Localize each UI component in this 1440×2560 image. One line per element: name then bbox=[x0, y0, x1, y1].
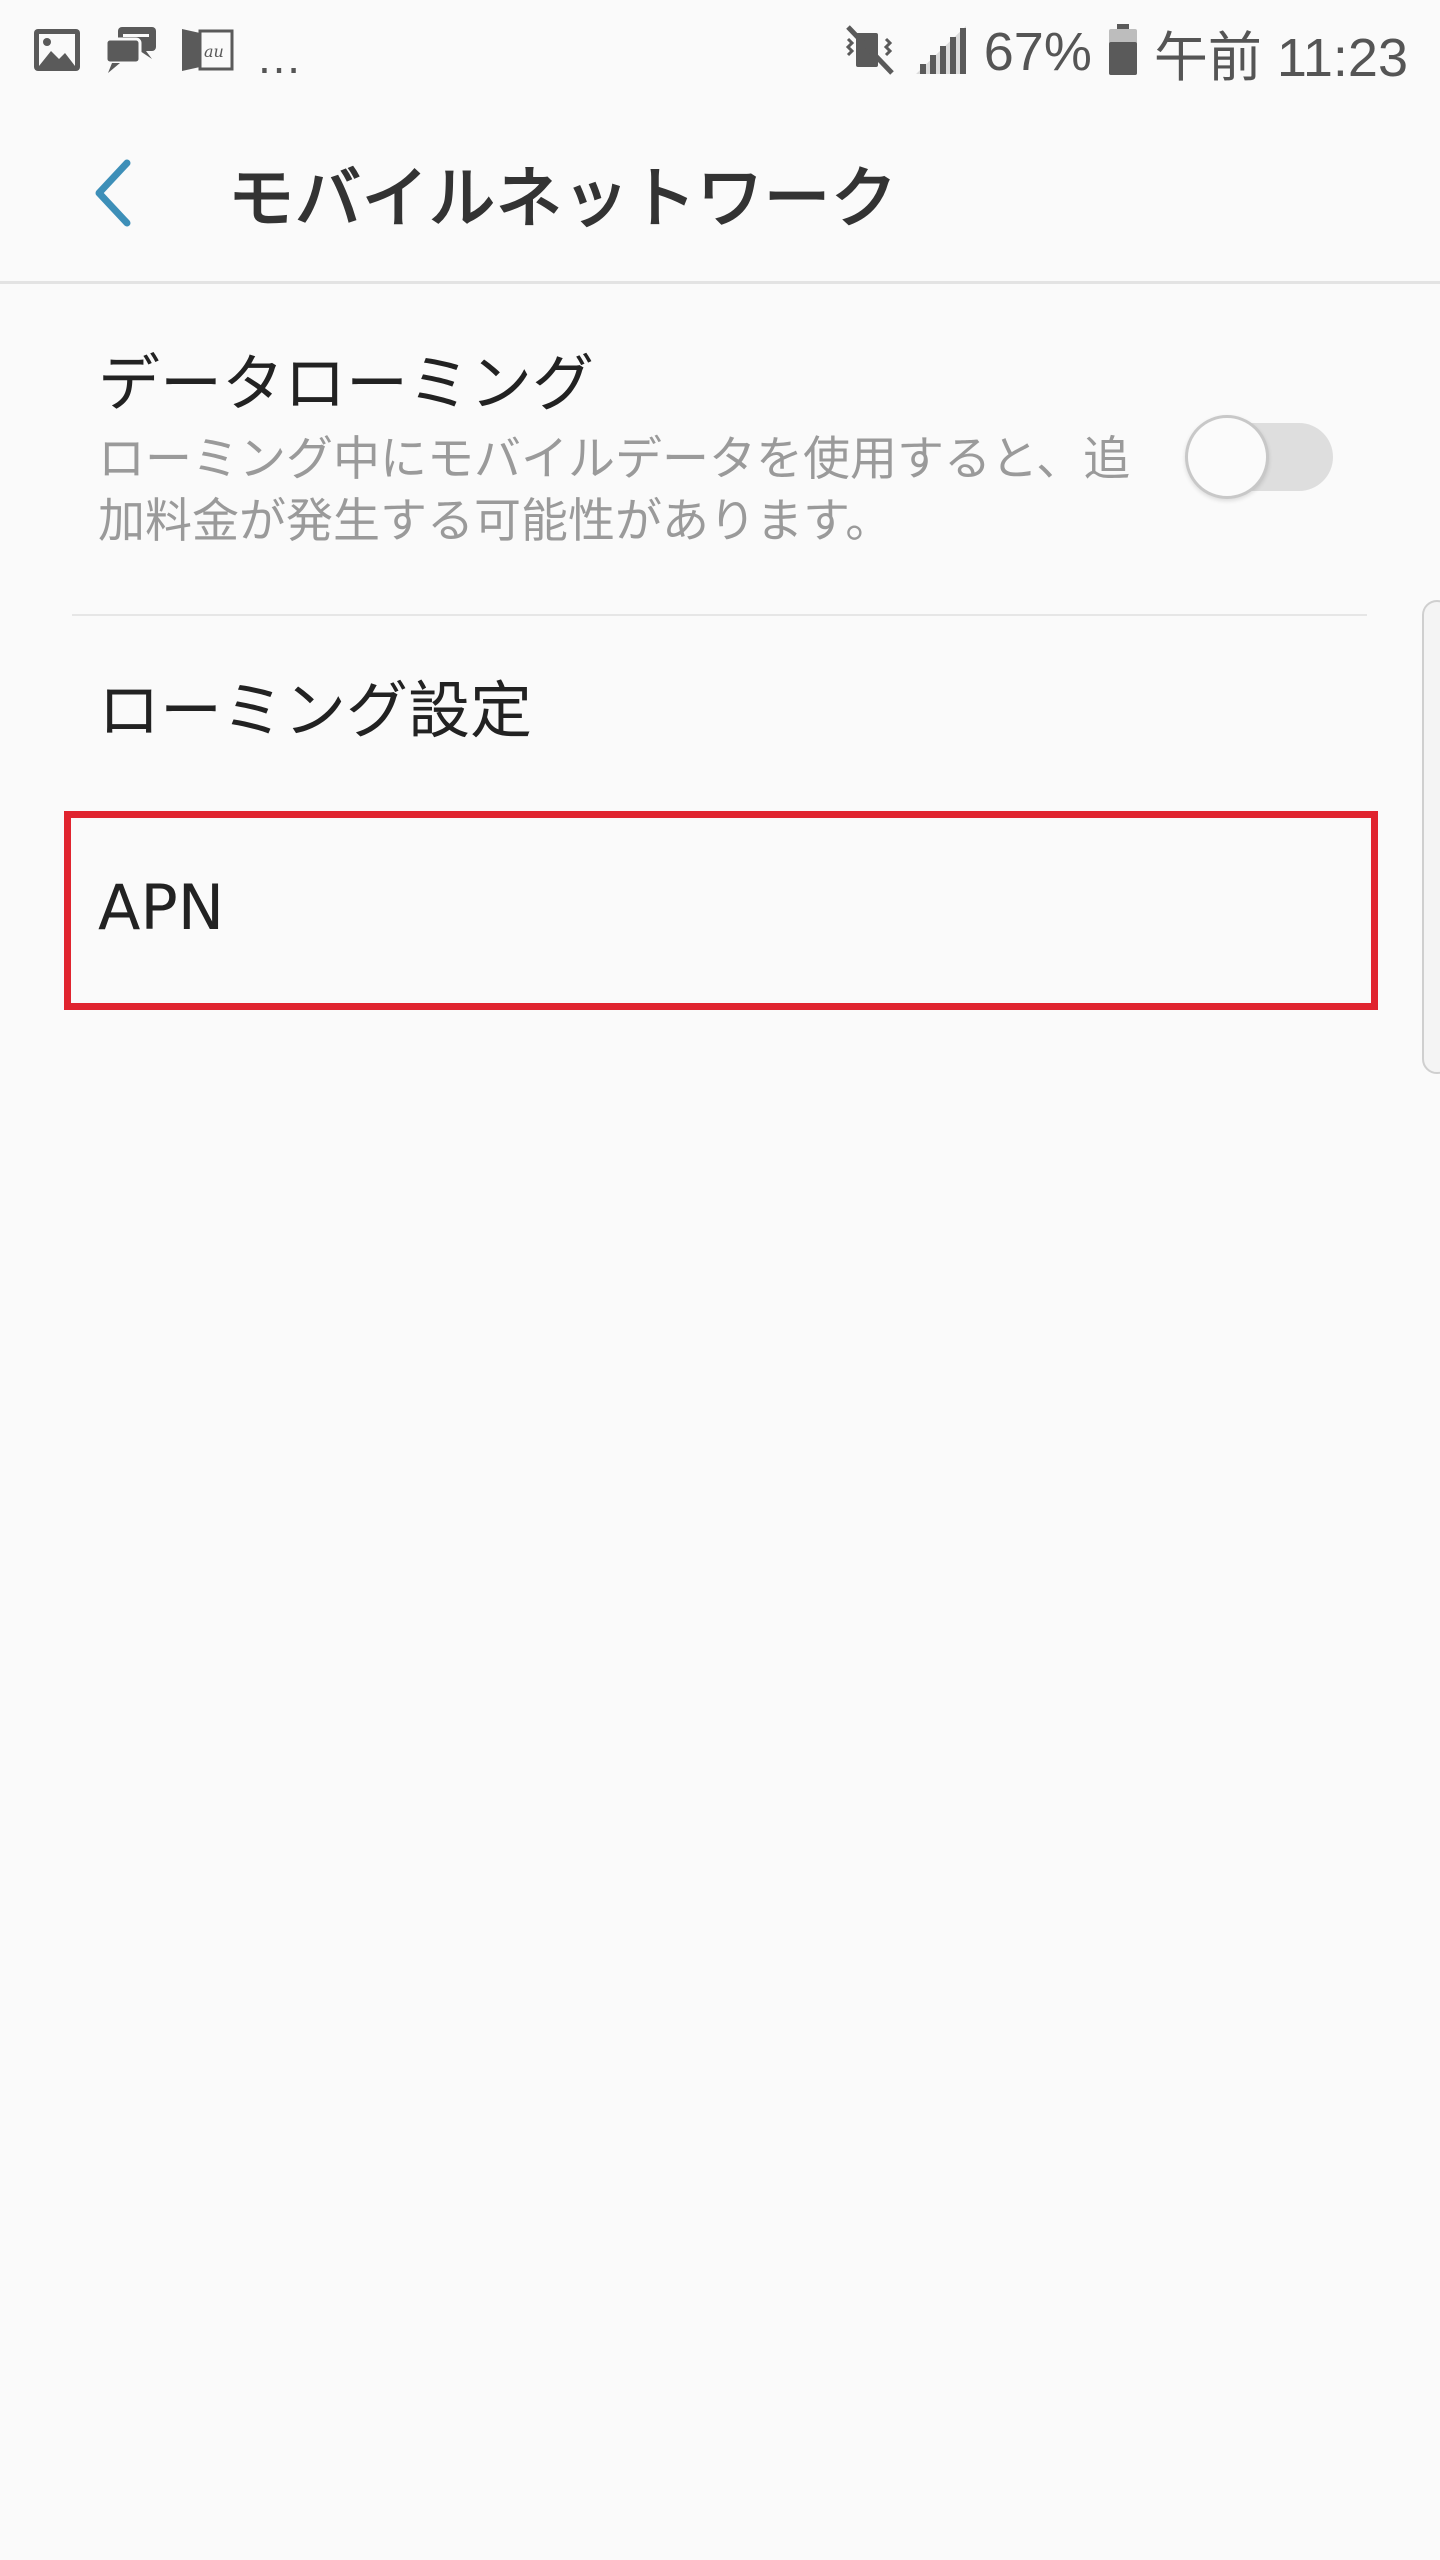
status-bar: au … 67% 午前 11:23 bbox=[0, 0, 1440, 104]
battery-icon bbox=[1108, 24, 1138, 80]
back-button[interactable] bbox=[58, 138, 168, 248]
data-roaming-toggle[interactable] bbox=[1185, 411, 1333, 499]
system-status-area: 67% 午前 11:23 bbox=[826, 13, 1408, 92]
svg-text:au: au bbox=[204, 42, 224, 61]
signal-strength-icon bbox=[914, 24, 968, 80]
vibrate-mute-icon bbox=[842, 23, 898, 81]
clock: 午前 11:23 bbox=[1153, 27, 1408, 88]
battery-percentage: 67% bbox=[983, 22, 1092, 82]
toggle-knob bbox=[1185, 415, 1269, 499]
sms-icon bbox=[104, 25, 158, 79]
au-app-icon: au bbox=[180, 25, 234, 79]
notification-area: au … bbox=[32, 20, 324, 84]
app-bar: モバイルネットワーク bbox=[0, 104, 1440, 284]
roaming-settings-title: ローミング設定 bbox=[98, 674, 533, 748]
data-roaming-row[interactable]: データローミング ローミング中にモバイルデータを使用すると、追加料金が発生する可… bbox=[0, 287, 1440, 614]
gallery-icon bbox=[32, 27, 82, 77]
data-roaming-description: ローミング中にモバイルデータを使用すると、追加料金が発生する可能性があります。 bbox=[98, 432, 1131, 550]
edge-panel-handle[interactable] bbox=[1422, 600, 1440, 1074]
apn-row[interactable]: APN bbox=[0, 809, 1440, 1008]
chevron-left-icon bbox=[95, 159, 131, 226]
apn-title: APN bbox=[98, 871, 225, 945]
more-notifications-indicator: … bbox=[256, 31, 302, 83]
page-title: モバイルネットワーク bbox=[228, 159, 898, 237]
roaming-settings-row[interactable]: ローミング設定 bbox=[0, 614, 1440, 809]
settings-list: データローミング ローミング中にモバイルデータを使用すると、追加料金が発生する可… bbox=[0, 287, 1440, 1008]
